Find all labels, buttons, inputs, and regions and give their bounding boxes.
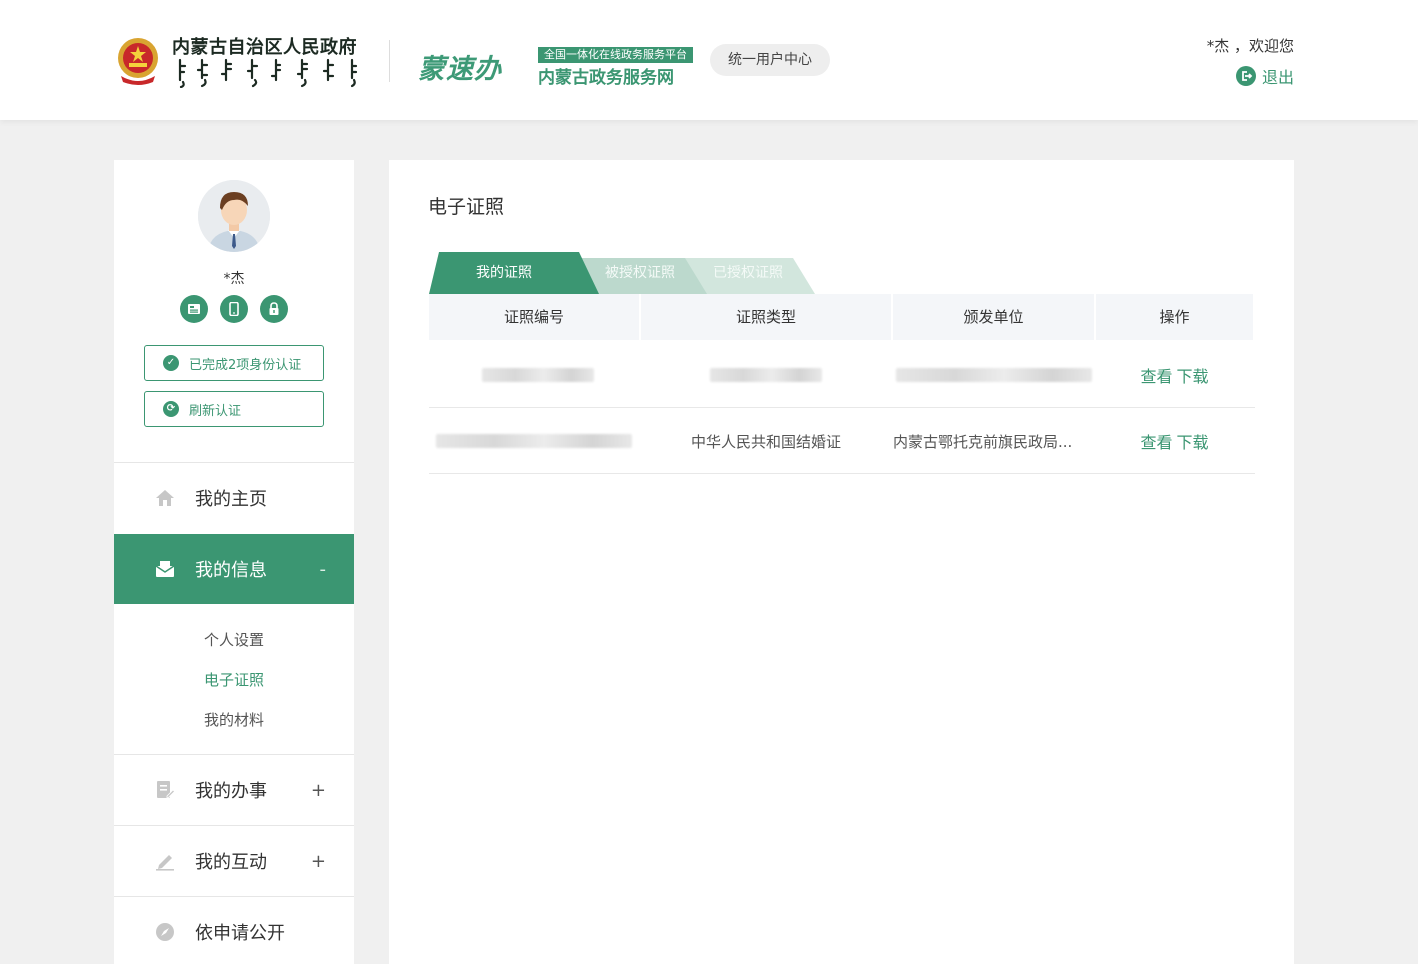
- license-number-cell: [429, 342, 639, 408]
- logout-button[interactable]: 退出: [1235, 64, 1294, 88]
- id-card-icon[interactable]: [180, 295, 208, 323]
- user-avatar[interactable]: [198, 180, 270, 252]
- main-panel: 电子证照 已授权证照 被授权证照 我的证照 证照编号 证照类型 颁发单位 操作: [389, 160, 1294, 964]
- download-link[interactable]: 下载: [1177, 429, 1209, 453]
- check-icon: ✓: [163, 355, 179, 371]
- identity-verified-button[interactable]: ✓ 已完成2项身份认证: [144, 345, 324, 381]
- phone-icon[interactable]: [220, 295, 248, 323]
- submenu-e-license[interactable]: 电子证照: [114, 669, 354, 690]
- license-number-cell: [429, 408, 639, 474]
- column-header-type: 证照类型: [641, 294, 891, 340]
- menu-item-home[interactable]: 我的主页: [114, 463, 354, 533]
- sidebar: *杰 ✓ 已完成2项身份认证 ⟳ 刷新认证 我的主页 我的信息 - 个人设置 电…: [114, 160, 354, 964]
- table-row: 中华人民共和国结婚证 内蒙古鄂托克前旗民政局... 查看 下载: [429, 408, 1255, 474]
- redacted-text: [895, 368, 1092, 382]
- submenu-my-materials[interactable]: 我的材料: [114, 709, 354, 730]
- license-tabs: 已授权证照 被授权证照 我的证照: [429, 252, 829, 294]
- quick-actions: [180, 295, 288, 323]
- view-link[interactable]: 查看: [1140, 363, 1172, 387]
- action-cell: 查看 下载: [1096, 408, 1253, 474]
- mongolian-script-logo: [178, 58, 358, 88]
- tab-granted-out-label: 已授权证照: [713, 265, 783, 281]
- menu-item-my-info[interactable]: 我的信息 -: [114, 534, 354, 604]
- license-issuer-cell: 内蒙古鄂托克前旗民政局...: [893, 432, 1073, 451]
- license-type-cell: 中华人民共和国结婚证: [690, 432, 841, 451]
- brand-calligraphy-logo: 蒙速办: [418, 54, 502, 85]
- identity-verified-label: 已完成2项身份认证: [189, 357, 302, 373]
- expand-toggle[interactable]: +: [311, 851, 326, 872]
- menu-item-my-affairs-label: 我的办事: [195, 781, 267, 802]
- menu-item-my-interaction-label: 我的互动: [195, 852, 267, 873]
- document-icon: [154, 779, 176, 801]
- header-divider: [389, 40, 390, 82]
- redacted-text: [436, 434, 632, 448]
- table-row: 查看 下载: [429, 342, 1255, 408]
- gov-title: 内蒙古自治区人民政府: [172, 37, 357, 58]
- menu-item-my-interaction[interactable]: 我的互动 +: [114, 826, 354, 896]
- redacted-text: [710, 368, 822, 382]
- view-link[interactable]: 查看: [1140, 429, 1172, 453]
- redacted-text: [482, 368, 594, 382]
- tab-authorized-label: 被授权证照: [605, 265, 675, 281]
- menu-item-public-request-label: 依申请公开: [195, 923, 285, 944]
- refresh-auth-button[interactable]: ⟳ 刷新认证: [144, 391, 324, 427]
- license-type-cell: [641, 342, 891, 408]
- lock-icon[interactable]: [260, 295, 288, 323]
- refresh-auth-label: 刷新认证: [189, 403, 242, 419]
- menu-item-my-affairs[interactable]: 我的办事 +: [114, 755, 354, 825]
- brand-tagline: 全国一体化在线政务服务平台: [538, 47, 693, 63]
- pencil-icon: [154, 850, 176, 872]
- logout-icon: [1235, 66, 1256, 86]
- column-header-action: 操作: [1096, 294, 1253, 340]
- user-center-button[interactable]: 统一用户中心: [710, 44, 830, 76]
- refresh-icon: ⟳: [163, 401, 179, 417]
- download-link[interactable]: 下载: [1177, 363, 1209, 387]
- tab-my-license[interactable]: 我的证照: [429, 252, 599, 294]
- expand-toggle[interactable]: +: [311, 780, 326, 801]
- column-header-issuer: 颁发单位: [893, 294, 1094, 340]
- menu-item-home-label: 我的主页: [195, 489, 267, 510]
- user-name: *杰: [223, 271, 245, 287]
- collapse-toggle[interactable]: -: [320, 559, 327, 580]
- license-issuer-cell: [893, 342, 1094, 408]
- action-cell: 查看 下载: [1096, 342, 1253, 408]
- menu-item-public-request[interactable]: 依申请公开: [114, 897, 354, 964]
- table-header: 证照编号 证照类型 颁发单位 操作: [429, 294, 1255, 342]
- logout-label: 退出: [1261, 68, 1294, 87]
- column-header-number: 证照编号: [429, 294, 639, 340]
- mail-icon: [154, 558, 176, 580]
- menu-item-my-info-label: 我的信息: [195, 560, 267, 581]
- top-header: 内蒙古自治区人民政府 蒙速办 全国一体化在线政务服务平台 内蒙古政务服务网 统一…: [0, 0, 1418, 120]
- brand-name: 内蒙古政务服务网: [538, 68, 674, 88]
- compass-icon: [154, 921, 176, 943]
- tab-my-license-label: 我的证照: [476, 265, 532, 281]
- welcome-text: *杰 ，欢迎您: [1206, 37, 1294, 55]
- submenu-personal-settings[interactable]: 个人设置: [114, 629, 354, 650]
- home-icon: [154, 487, 176, 509]
- page-title: 电子证照: [428, 196, 505, 218]
- national-emblem-icon: [115, 36, 161, 86]
